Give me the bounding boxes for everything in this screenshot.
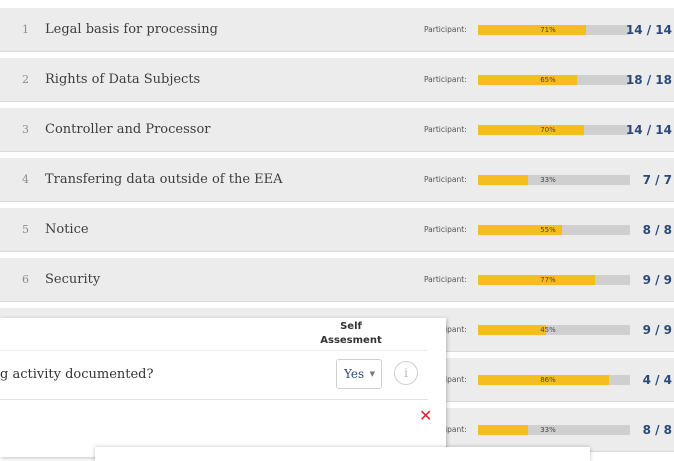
section-row[interactable]: 1 Legal basis for processing Participant: 7… <box>0 8 674 52</box>
answered-count: 9 / 9 <box>642 273 672 287</box>
section-title: Legal basis for processing <box>45 22 218 37</box>
question-text: g activity documented? <box>0 367 154 382</box>
section-title: Notice <box>45 222 89 237</box>
section-title: Transfering data outside of the EEA <box>45 172 283 187</box>
participant-label: Participant: <box>424 225 467 234</box>
section-number: 1 <box>22 23 29 36</box>
progress-bar: 70% <box>478 125 630 135</box>
progress-percent: 33% <box>540 176 556 184</box>
section-row[interactable]: 3 Controller and Processor Participant: 70%… <box>0 108 674 152</box>
answered-count: 9 / 9 <box>642 323 672 337</box>
answered-count: 7 / 7 <box>642 173 672 187</box>
answer-value: Yes <box>344 367 365 381</box>
progress-percent: 65% <box>540 76 556 84</box>
section-number: 2 <box>22 73 29 86</box>
answered-count: 8 / 8 <box>642 423 672 437</box>
section-number: 4 <box>22 173 29 186</box>
progress-percent: 86% <box>540 376 556 384</box>
close-icon[interactable]: ✕ <box>419 408 432 424</box>
answered-count: 4 / 4 <box>642 373 672 387</box>
chevron-down-icon: ▼ <box>369 370 375 378</box>
answered-count: 18 / 18 <box>625 73 672 87</box>
progress-bar: 65% <box>478 75 630 85</box>
answer-select[interactable]: Yes ▼ <box>336 359 382 389</box>
section-title: Security <box>45 272 101 287</box>
progress-percent: 45% <box>540 326 556 334</box>
progress-bar: 33% <box>478 425 630 435</box>
section-row[interactable]: 2 Rights of Data Subjects Participant: 65% 1… <box>0 58 674 102</box>
self-assessment-popup: Self Assesment g activity documented? Ye… <box>0 318 446 457</box>
section-row[interactable]: 6 Security Participant: 77% 9 / 9 <box>0 258 674 302</box>
section-number: 6 <box>22 273 29 286</box>
section-row[interactable]: 5 Notice Participant: 55% 8 / 8 <box>0 208 674 252</box>
answered-count: 14 / 14 <box>625 23 672 37</box>
progress-bar: 77% <box>478 275 630 285</box>
self-assessment-header: Self Assesment <box>318 320 384 348</box>
progress-percent: 77% <box>540 276 556 284</box>
section-title: Controller and Processor <box>45 122 211 137</box>
question-row: g activity documented? Yes ▼ i <box>0 350 428 400</box>
progress-bar: 86% <box>478 375 630 385</box>
section-number: 3 <box>22 123 29 136</box>
participant-label: Participant: <box>424 275 467 284</box>
participant-label: Participant: <box>424 125 467 134</box>
header-line-1: Self <box>340 321 362 332</box>
info-icon[interactable]: i <box>394 361 418 385</box>
progress-bar: 55% <box>478 225 630 235</box>
bottom-panel <box>95 447 590 461</box>
progress-percent: 33% <box>540 426 556 434</box>
section-title: Rights of Data Subjects <box>45 72 201 87</box>
participant-label: Participant: <box>424 25 467 34</box>
progress-bar: 71% <box>478 25 630 35</box>
participant-label: Participant: <box>424 75 467 84</box>
header-line-2: Assesment <box>320 335 382 346</box>
progress-bar: 33% <box>478 175 630 185</box>
participant-label: Participant: <box>424 175 467 184</box>
section-row[interactable]: 4 Transfering data outside of the EEA Part… <box>0 158 674 202</box>
progress-percent: 70% <box>540 126 556 134</box>
section-number: 5 <box>22 223 29 236</box>
progress-bar: 45% <box>478 325 630 335</box>
progress-percent: 71% <box>540 26 556 34</box>
answered-count: 8 / 8 <box>642 223 672 237</box>
answered-count: 14 / 14 <box>625 123 672 137</box>
progress-percent: 55% <box>540 226 556 234</box>
